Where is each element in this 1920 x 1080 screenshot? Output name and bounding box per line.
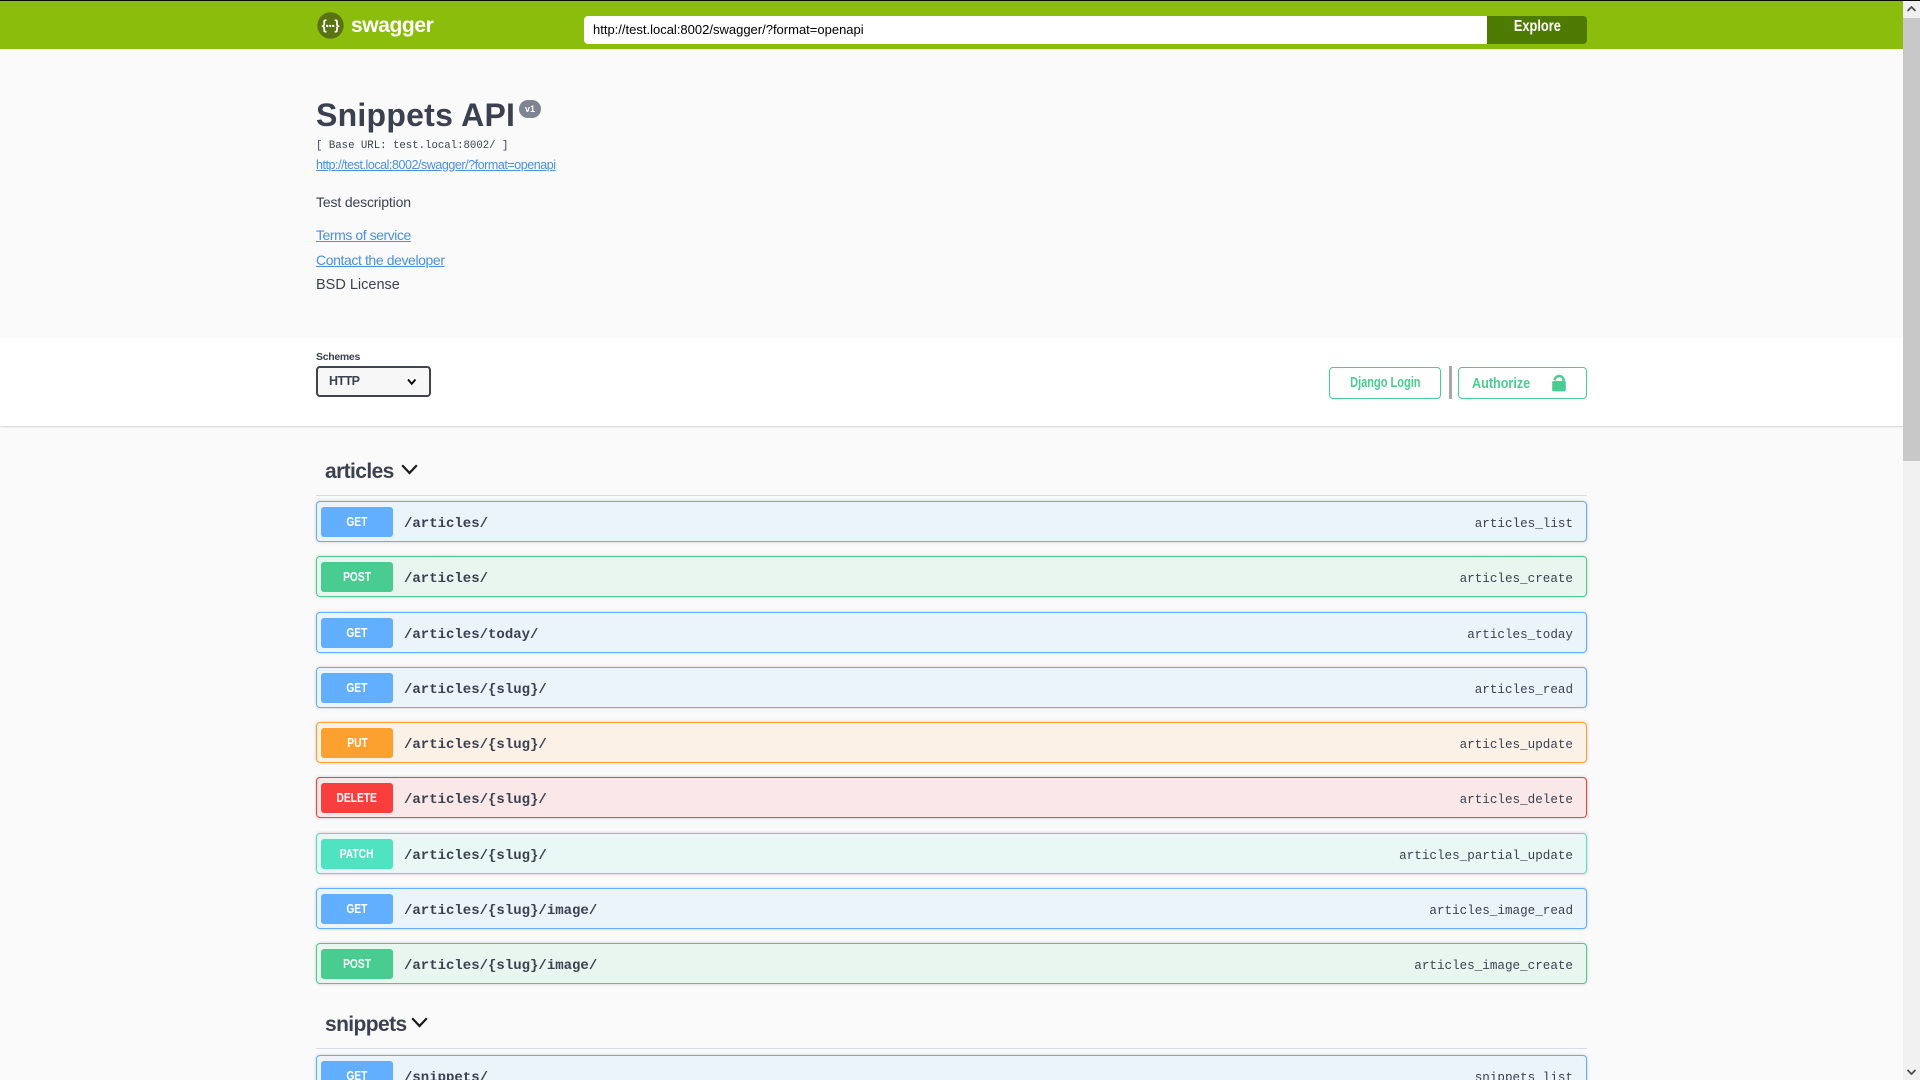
svg-text:{: { <box>322 17 327 32</box>
svg-text:}: } <box>334 17 340 32</box>
